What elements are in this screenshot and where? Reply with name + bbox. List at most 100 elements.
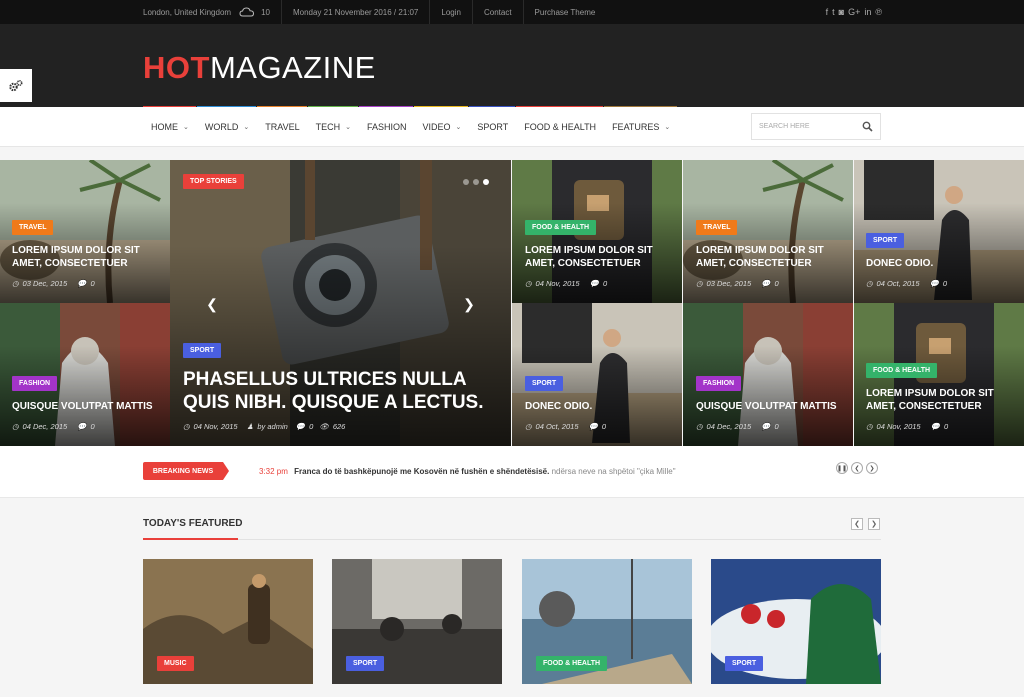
ticker-prev-button[interactable]: ❮	[851, 462, 863, 474]
site-logo[interactable]: HOTMAGAZINE	[143, 50, 376, 86]
featured-card[interactable]: SPORT	[711, 559, 881, 684]
category-badge-sport[interactable]: SPORT	[183, 343, 222, 358]
article-title[interactable]: DONEC ODIO.	[525, 400, 675, 413]
nav-item-sport[interactable]: SPORT	[469, 122, 516, 132]
article-title[interactable]: QUISQUE VOLUTPAT MATTIS	[12, 400, 167, 413]
linkedin-icon[interactable]: in	[864, 7, 871, 17]
featured-article-title[interactable]: PHASELLUS ULTRICES NULLA QUIS NIBH. QUIS…	[183, 368, 503, 414]
user-icon: ♟	[246, 422, 254, 431]
category-badge-sport[interactable]: SPORT	[346, 656, 385, 671]
gears-icon	[9, 79, 23, 91]
featured-card[interactable]: MUSIC	[143, 559, 313, 684]
comment-icon: 💬	[77, 279, 87, 288]
clock-icon: ◷	[12, 422, 19, 431]
cloud-icon	[239, 7, 255, 17]
pause-icon: ❚❚	[836, 465, 848, 472]
article-title[interactable]: QUISQUE VOLUTPAT MATTIS	[696, 400, 851, 413]
login-link[interactable]: Login	[430, 0, 473, 24]
settings-toggle[interactable]	[0, 69, 32, 102]
instagram-icon[interactable]: ◙	[839, 7, 844, 17]
chevron-right-icon: ❯	[871, 521, 877, 528]
featured-card[interactable]: FOOD & HEALTH	[522, 559, 692, 684]
chevron-left-icon: ❮	[206, 295, 218, 312]
category-badge-music[interactable]: MUSIC	[157, 656, 194, 671]
google-plus-icon[interactable]: G+	[848, 7, 860, 17]
chevron-down-icon: ⌄	[664, 124, 671, 131]
comment-icon: 💬	[761, 422, 771, 431]
article-meta: ◷ 04 Nov, 2015 💬 0	[866, 422, 949, 431]
featured-card[interactable]: SPORT	[332, 559, 502, 684]
article-title[interactable]: LOREM IPSUM DOLOR SIT AMET, CONSECTETUER	[696, 244, 846, 270]
comment-icon: 💬	[295, 422, 306, 431]
article-title[interactable]: LOREM IPSUM DOLOR SIT AMET, CONSECTETUER	[525, 244, 675, 270]
pinterest-icon[interactable]: ℗	[875, 7, 882, 17]
category-badge-food-health[interactable]: FOOD & HEALTH	[866, 363, 938, 378]
purchase-theme-link[interactable]: Purchase Theme	[524, 0, 607, 24]
slider-dot-active[interactable]	[483, 179, 489, 185]
article-title[interactable]: LOREM IPSUM DOLOR SIT AMET, CONSECTETUER	[12, 244, 162, 270]
breaking-news-label: BREAKING NEWS	[143, 462, 229, 480]
ticker-rest: ndërsa neve na shpëtoi "çika Mille"	[551, 467, 676, 476]
category-badge-fashion[interactable]: FASHION	[12, 376, 58, 391]
featured-prev-button[interactable]: ❮	[851, 518, 863, 530]
contact-link[interactable]: Contact	[473, 0, 524, 24]
comment-icon: 💬	[930, 422, 940, 431]
article-meta: ◷ 04 Dec, 2015 💬 0	[12, 422, 95, 431]
nav-item-video[interactable]: VIDEO ⌄	[414, 122, 469, 132]
ticker-next-button[interactable]: ❯	[866, 462, 878, 474]
eye-icon: 👁	[319, 422, 329, 431]
breaking-news-bar: BREAKING NEWS 3:32 pm Franca do të bashk…	[0, 446, 1024, 498]
article-meta: ◷ 04 Oct, 2015 💬 0	[866, 279, 948, 288]
article-title[interactable]: LOREM IPSUM DOLOR SIT AMET, CONSECTETUER	[866, 387, 1016, 413]
ticker-pause-button[interactable]: ❚❚	[836, 462, 848, 474]
category-badge-fashion[interactable]: FASHION	[696, 376, 742, 391]
nav-item-food-health[interactable]: FOOD & HEALTH	[516, 122, 604, 132]
category-badge-sport[interactable]: SPORT	[725, 656, 764, 671]
slider-dot[interactable]	[473, 179, 479, 185]
category-badge-travel[interactable]: TRAVEL	[696, 220, 738, 235]
breaking-news-ticker[interactable]: 3:32 pm Franca do të bashkëpunojë me Kos…	[259, 467, 676, 476]
comment-icon: 💬	[589, 279, 599, 288]
location-weather: London, United Kingdom 10	[143, 0, 282, 24]
comment-icon: 💬	[588, 422, 598, 431]
search-icon[interactable]	[862, 121, 873, 132]
nav-item-fashion[interactable]: FASHION	[359, 122, 415, 132]
nav-item-tech[interactable]: TECH ⌄	[308, 122, 359, 132]
chevron-right-icon: ❯	[463, 295, 475, 312]
slider-next-button[interactable]: ❯	[455, 285, 483, 323]
clock-icon: ◷	[183, 422, 190, 431]
nav-item-features[interactable]: FEATURES ⌄	[604, 122, 678, 132]
featured-article-meta: ◷ 04 Nov, 2015 ♟ by admin 💬 0 👁 626	[183, 422, 346, 431]
ticker-time: 3:32 pm	[259, 467, 288, 476]
nav-item-home[interactable]: HOME ⌄	[143, 122, 197, 132]
top-stories-badge[interactable]: TOP STORIES	[183, 174, 244, 189]
section-title: TODAY'S FEATURED	[143, 518, 243, 529]
location-text: London, United Kingdom	[143, 7, 232, 17]
slider-prev-button[interactable]: ❮	[198, 285, 226, 323]
category-badge-sport[interactable]: SPORT	[525, 376, 564, 391]
search-input[interactable]	[752, 114, 857, 139]
comment-icon: 💬	[761, 279, 771, 288]
category-badge-sport[interactable]: SPORT	[866, 233, 905, 248]
chevron-down-icon: ⌄	[455, 124, 462, 131]
article-title[interactable]: DONEC ODIO.	[866, 257, 1016, 270]
twitter-icon[interactable]: t	[832, 7, 835, 17]
slider-dot[interactable]	[463, 179, 469, 185]
clock-icon: ◷	[866, 279, 873, 288]
category-badge-travel[interactable]: TRAVEL	[12, 220, 54, 235]
article-meta: ◷ 04 Nov, 2015 💬 0	[525, 279, 608, 288]
chevron-down-icon: ⌄	[345, 124, 351, 131]
clock-icon: ◷	[866, 422, 873, 431]
facebook-icon[interactable]: f	[826, 7, 829, 17]
logo-hot: HOT	[143, 50, 210, 85]
featured-next-button[interactable]: ❯	[868, 518, 880, 530]
nav-item-world[interactable]: WORLD ⌄	[197, 122, 257, 132]
chevron-left-icon: ❮	[854, 521, 860, 528]
chevron-left-icon: ❮	[854, 465, 860, 472]
nav-item-travel[interactable]: TRAVEL	[257, 122, 307, 132]
category-badge-food-health[interactable]: FOOD & HEALTH	[525, 220, 597, 235]
category-badge-food-health[interactable]: FOOD & HEALTH	[536, 656, 608, 671]
article-meta: ◷ 03 Dec, 2015 💬 0	[12, 279, 95, 288]
chevron-down-icon: ⌄	[243, 124, 250, 131]
chevron-right-icon: ❯	[869, 465, 875, 472]
